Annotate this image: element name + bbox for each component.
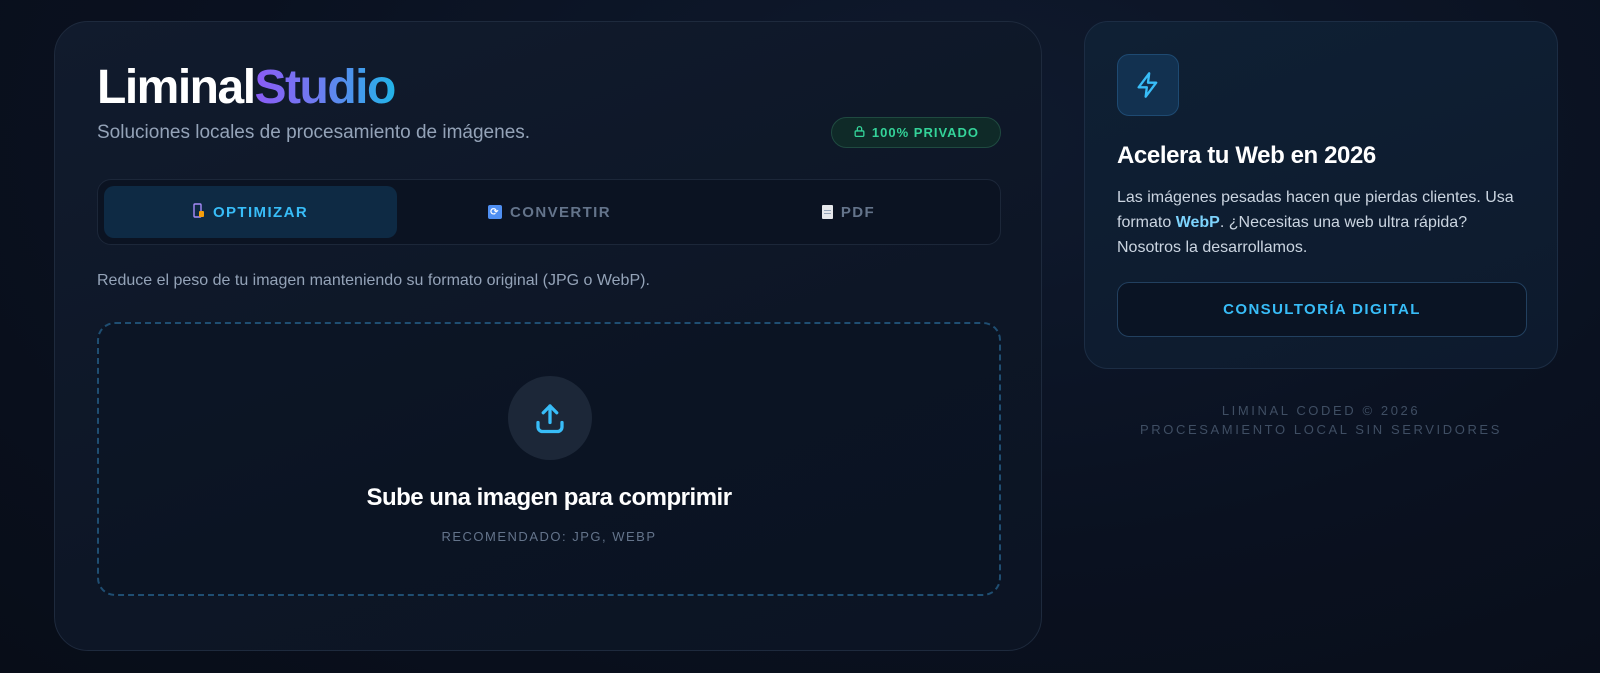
privacy-badge-label: 100% PRIVADO [871, 125, 980, 140]
tab-bar: OPTIMIZAR ⟳ CONVERTIR PDF [97, 179, 1001, 245]
lock-icon [853, 125, 866, 141]
tab-optimizar[interactable]: OPTIMIZAR [104, 186, 397, 238]
footer: LIMINAL CODED © 2026 PROCESAMIENTO LOCAL… [1084, 401, 1558, 439]
brand-name-primary: Liminal [97, 61, 256, 114]
tab-label: OPTIMIZAR [212, 203, 309, 221]
brand-logo: LiminalStudio [97, 61, 397, 114]
footer-copyright: LIMINAL CODED © 2026 [1221, 403, 1421, 418]
upload-hint: RECOMENDADO: JPG, WEBP [441, 529, 657, 544]
compress-icon [193, 203, 205, 221]
consultoria-button[interactable]: CONSULTORÍA DIGITAL [1117, 282, 1527, 337]
document-icon [821, 205, 833, 219]
tab-pdf[interactable]: PDF [702, 186, 995, 238]
privacy-badge: 100% PRIVADO [831, 117, 1001, 148]
tab-convertir[interactable]: ⟳ CONVERTIR [403, 186, 696, 238]
promo-text: Las imágenes pesadas hacen que pierdas c… [1117, 185, 1532, 260]
footer-subtitle: PROCESAMIENTO LOCAL SIN SERVIDORES [1140, 422, 1502, 437]
upload-title: Sube una imagen para comprimir [366, 484, 732, 511]
lightning-icon [1117, 54, 1179, 116]
brand-tagline: Soluciones locales de procesamiento de i… [97, 122, 531, 143]
promo-highlight: WebP [1175, 214, 1220, 231]
mode-description: Reduce el peso de tu imagen manteniendo … [97, 272, 650, 289]
tab-label: PDF [840, 203, 876, 221]
upload-icon [508, 376, 592, 460]
promo-card: Acelera tu Web en 2026 Las imágenes pesa… [1084, 21, 1558, 369]
main-card: LiminalStudio Soluciones locales de proc… [54, 21, 1042, 651]
tab-label: CONVERTIR [510, 203, 611, 221]
brand-name-accent: Studio [254, 61, 397, 114]
promo-title: Acelera tu Web en 2026 [1117, 142, 1376, 169]
upload-dropzone[interactable]: Sube una imagen para comprimir RECOMENDA… [97, 322, 1001, 596]
convert-icon: ⟳ [488, 205, 503, 219]
